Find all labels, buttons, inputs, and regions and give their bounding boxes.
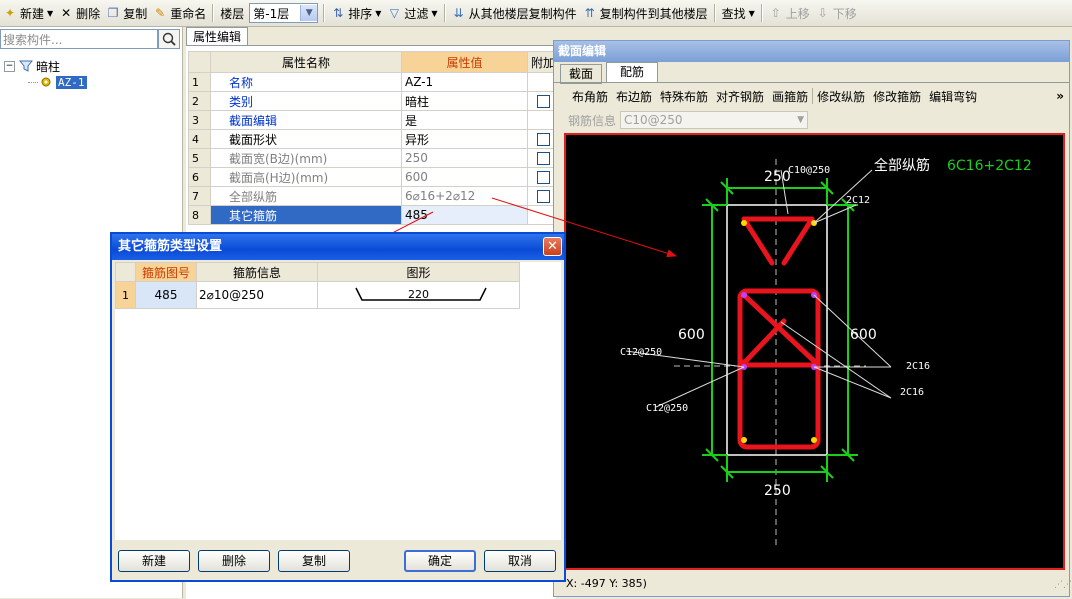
dialog-body: 箍筋图号 箍筋信息 图形 1 485 2⌀10@250 220 [115,262,561,540]
stirrup-info-cell[interactable]: 2⌀10@250 [196,281,318,309]
stirrup-shape-cell[interactable]: 220 [317,281,520,309]
dialog-new-button[interactable]: 新建 [118,550,190,572]
table-header: 箍筋图号 箍筋信息 图形 [115,262,520,282]
dialog-delete-button[interactable]: 删除 [198,550,270,572]
dialog-copy-button[interactable]: 复制 [278,550,350,572]
header-stirrup-id: 箍筋图号 [135,262,197,282]
stirrup-id-cell[interactable]: 485 [135,281,197,309]
close-icon: ✕ [547,239,558,254]
other-stirrup-dialog: 其它箍筋类型设置 ✕ 箍筋图号 箍筋信息 图形 1 485 2⌀10@250 2… [110,232,566,582]
stirrup-table: 箍筋图号 箍筋信息 图形 1 485 2⌀10@250 220 [115,262,520,309]
dialog-title: 其它箍筋类型设置 [112,234,564,260]
header-stirrup-info: 箍筋信息 [196,262,318,282]
table-row[interactable]: 1 485 2⌀10@250 220 [115,281,520,309]
dialog-ok-button[interactable]: 确定 [404,550,476,572]
dialog-cancel-button[interactable]: 取消 [484,550,556,572]
close-button[interactable]: ✕ [543,237,562,256]
header-shape: 图形 [317,262,520,282]
